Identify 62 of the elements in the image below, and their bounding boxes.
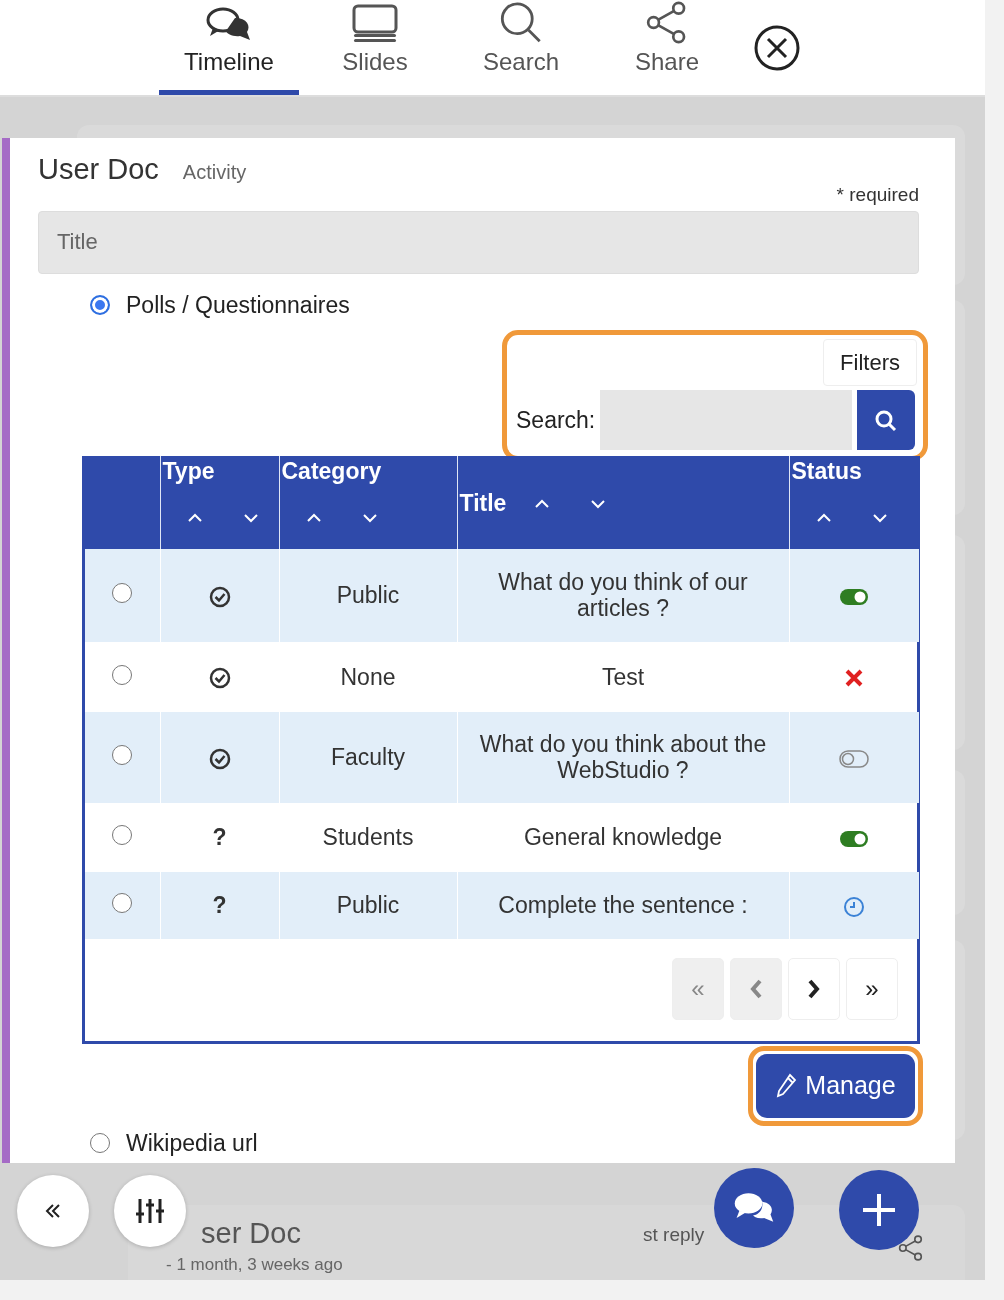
share-icon xyxy=(898,1235,924,1261)
check-circle-icon xyxy=(208,667,231,690)
close-icon xyxy=(753,24,801,72)
chevron-left-icon xyxy=(749,978,763,1001)
option-label: Wikipedia url xyxy=(126,1129,258,1159)
title-field[interactable]: Title xyxy=(38,210,919,274)
reply-label: st reply xyxy=(643,1223,705,1247)
option-label: Polls / Questionnaires xyxy=(126,290,350,320)
chevron-down-icon xyxy=(361,512,378,523)
column-header[interactable]: Category xyxy=(281,458,382,485)
nav-tab[interactable]: Timeline xyxy=(159,0,299,95)
row-radio[interactable] xyxy=(112,825,133,846)
row-radio[interactable] xyxy=(112,664,133,685)
chevron-up-icon xyxy=(186,512,203,523)
slides-icon xyxy=(351,4,399,44)
close-button[interactable] xyxy=(753,24,801,72)
category-cell: Faculty xyxy=(279,712,457,804)
required-note: * required xyxy=(835,183,919,207)
search-label: Search: xyxy=(516,405,596,435)
title-cell: What do you think about the WebStudio ? xyxy=(457,712,789,804)
next-page-button[interactable] xyxy=(788,958,840,1021)
nav-tab[interactable]: Slides xyxy=(305,0,445,95)
nav-tab[interactable]: Share xyxy=(597,0,737,95)
pencil-icon xyxy=(775,1073,798,1100)
chevron-up-icon xyxy=(815,512,832,523)
manage-button[interactable]: Manage xyxy=(756,1054,915,1119)
chevron-down-icon xyxy=(871,512,888,523)
sliders-icon xyxy=(135,1197,165,1225)
chevron-right-icon xyxy=(807,978,821,1001)
radio-button[interactable] xyxy=(90,294,110,315)
nav-tab[interactable]: Search xyxy=(451,0,591,95)
double-chevron-left-icon xyxy=(44,1203,62,1219)
row-radio[interactable] xyxy=(112,893,133,914)
column-header[interactable]: Title xyxy=(459,489,507,518)
check-circle-icon xyxy=(208,747,231,770)
chevron-up-icon xyxy=(534,498,551,509)
filters-button[interactable]: Filters xyxy=(823,339,917,387)
column-header[interactable]: Type xyxy=(162,458,215,485)
post-meta: - 1 month, 3 weeks ago xyxy=(166,1254,344,1276)
check-circle-icon xyxy=(208,585,231,608)
form-title: User Doc xyxy=(38,154,159,186)
radio-button[interactable] xyxy=(90,1133,110,1154)
search-icon xyxy=(874,408,899,433)
type-mark: ? xyxy=(212,824,227,851)
row-radio[interactable] xyxy=(112,583,133,604)
category-cell: Public xyxy=(279,549,457,643)
search-button[interactable] xyxy=(857,390,916,451)
chevron-up-icon xyxy=(305,512,322,523)
type-mark: ? xyxy=(212,892,227,919)
search-field[interactable] xyxy=(600,390,853,451)
sliders-button[interactable] xyxy=(114,1175,186,1247)
chevron-down-icon xyxy=(590,498,607,509)
plus-icon xyxy=(861,1192,897,1228)
chevron-down-icon xyxy=(242,512,259,523)
form-subtitle: Activity xyxy=(182,161,247,183)
category-cell: Public xyxy=(279,872,457,940)
post-title: ser Doc xyxy=(201,1219,301,1248)
title-cell: Complete the sentence : xyxy=(457,872,789,940)
last-page-button[interactable]: » xyxy=(846,958,898,1021)
title-cell: What do you think of our articles ? xyxy=(457,549,789,643)
column-header[interactable]: Status xyxy=(791,458,862,485)
row-radio[interactable] xyxy=(112,745,133,766)
